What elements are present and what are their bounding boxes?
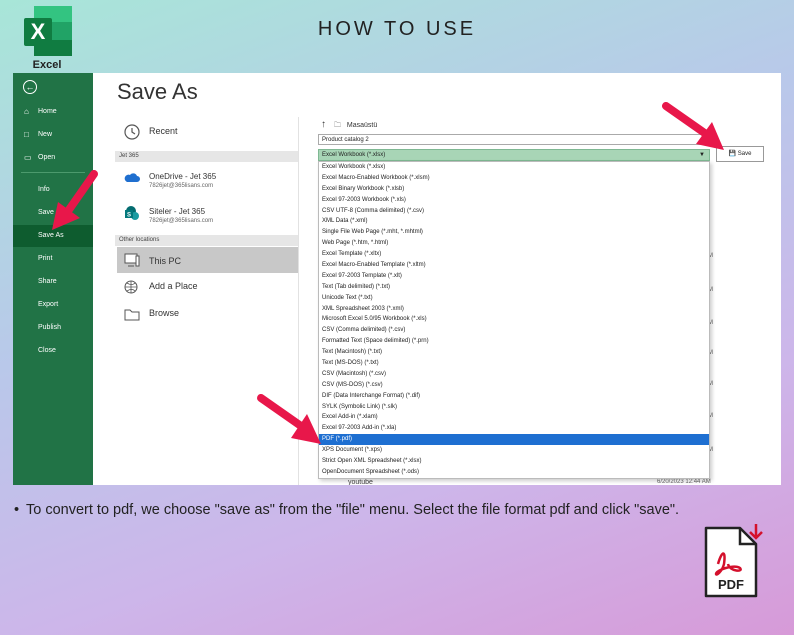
file-name[interactable]: youtube [348, 479, 373, 485]
format-option[interactable]: Web Page (*.htm, *.html) [319, 238, 709, 249]
format-option[interactable]: DIF (Data Interchange Format) (*.dif) [319, 391, 709, 402]
format-option[interactable]: Excel Add-in (*.xlam) [319, 412, 709, 423]
format-option[interactable]: Excel Workbook (*.xlsx) [319, 162, 709, 173]
format-option[interactable]: XPS Document (*.xps) [319, 445, 709, 456]
globe-plus-icon [124, 280, 138, 294]
format-option[interactable]: Text (Macintosh) (*.txt) [319, 347, 709, 358]
format-option[interactable]: Text (Tab delimited) (*.txt) [319, 282, 709, 293]
format-option[interactable]: CSV (Comma delimited) (*.csv) [319, 325, 709, 336]
format-option[interactable]: XML Spreadsheet 2003 (*.xml) [319, 304, 709, 315]
red-arrow-save-button [662, 102, 724, 150]
pdf-file-icon: PDF [704, 524, 763, 598]
folder-path[interactable]: ↑ 🗀 Masaüstü [321, 119, 377, 132]
sharepoint-icon: S [125, 206, 139, 220]
format-option[interactable]: Excel Template (*.xltx) [319, 249, 709, 260]
format-option[interactable]: Excel Macro-Enabled Workbook (*.xlsm) [319, 173, 709, 184]
sidebar-item-home[interactable]: ⌂ Home [13, 101, 93, 123]
back-arrow-icon[interactable]: ← [23, 80, 37, 94]
format-option[interactable]: PDF (*.pdf) [319, 434, 709, 446]
location-browse[interactable]: Browse [117, 305, 300, 325]
format-option[interactable]: SYLK (Symbolic Link) (*.slk) [319, 402, 709, 413]
file-format-dropdown-list: Excel Workbook (*.xlsx) Excel Macro-Enabl… [318, 161, 710, 479]
svg-text:S: S [127, 213, 131, 219]
sidebar-item-share[interactable]: Share [13, 271, 93, 293]
format-option[interactable]: Excel 97-2003 Workbook (*.xls) [319, 195, 709, 206]
excel-logo-label: Excel [32, 59, 62, 71]
pdf-badge-label: PDF [718, 577, 744, 592]
format-option[interactable]: Strict Open XML Spreadsheet (*.xlsx) [319, 456, 709, 467]
new-file-icon: □ [24, 130, 29, 139]
red-arrow-pdf-option [257, 394, 321, 444]
backstage-sidebar: ← ⌂ Home □ New ▭ Open Info Save Save As Pri… [13, 73, 93, 485]
sidebar-item-publish[interactable]: Publish [13, 317, 93, 339]
save-as-title: Save As [117, 79, 198, 104]
format-option[interactable]: Text (MS-DOS) (*.txt) [319, 358, 709, 369]
sidebar-item-print[interactable]: Print [13, 248, 93, 270]
up-arrow-icon[interactable]: ↑ [321, 119, 326, 130]
clock-icon [124, 124, 140, 140]
sidebar-item-open[interactable]: ▭ Open [13, 147, 93, 169]
sidebar-item-export[interactable]: Export [13, 294, 93, 316]
format-option[interactable]: Excel 97-2003 Add-in (*.xla) [319, 423, 709, 434]
location-onedrive[interactable]: OneDrive - Jet 365 7826jet@365lisans.com [117, 169, 300, 193]
red-arrow-save-as [52, 170, 98, 230]
format-option[interactable]: XML Data (*.xml) [319, 216, 709, 227]
sidebar-item-new[interactable]: □ New [13, 124, 93, 146]
format-option[interactable]: Excel 97-2003 Template (*.xlt) [319, 271, 709, 282]
format-option[interactable]: Excel Macro-Enabled Template (*.xltm) [319, 260, 709, 271]
group-header-jet365: Jet 365 [115, 151, 298, 162]
format-option[interactable]: CSV (Macintosh) (*.csv) [319, 369, 709, 380]
file-date: 6/20/2023 12:44 AM [657, 479, 711, 485]
format-option[interactable]: OpenDocument Spreadsheet (*.ods) [319, 467, 709, 478]
format-option[interactable]: Excel Binary Workbook (*.xlsb) [319, 184, 709, 195]
folder-icon: 🗀 [333, 122, 341, 129]
open-folder-icon: ▭ [24, 153, 32, 162]
instruction-text: • To convert to pdf, we choose "save as"… [14, 502, 680, 518]
filename-input[interactable]: Product catalog 2 [318, 134, 710, 145]
file-format-select[interactable]: Excel Workbook (*.xlsx) ▼ [318, 149, 710, 161]
format-option[interactable]: CSV UTF-8 (Comma delimited) (*.csv) [319, 206, 709, 217]
home-icon: ⌂ [24, 107, 29, 116]
folder-icon [124, 309, 140, 321]
page-title: HOW TO USE [317, 18, 477, 40]
onedrive-cloud-icon [124, 173, 140, 182]
location-sharepoint-sites[interactable]: S Siteler - Jet 365 7826jet@365lisans.co… [117, 204, 300, 228]
computer-icon [124, 253, 140, 267]
format-option[interactable]: Single File Web Page (*.mht, *.mhtml) [319, 227, 709, 238]
format-option[interactable]: Formatted Text (Space delimited) (*.prn) [319, 336, 709, 347]
location-recent[interactable]: Recent [117, 123, 300, 143]
group-header-other-locations: Other locations [115, 235, 298, 246]
format-option[interactable]: Unicode Text (*.txt) [319, 293, 709, 304]
format-option[interactable]: CSV (MS-DOS) (*.csv) [319, 380, 709, 391]
bullet-dot: • [14, 502, 20, 518]
sidebar-item-close[interactable]: Close [13, 340, 93, 362]
format-option[interactable]: Microsoft Excel 5.0/95 Workbook (*.xls) [319, 314, 709, 325]
location-this-pc[interactable]: This PC [117, 247, 298, 273]
location-add-a-place[interactable]: Add a Place [117, 278, 300, 298]
